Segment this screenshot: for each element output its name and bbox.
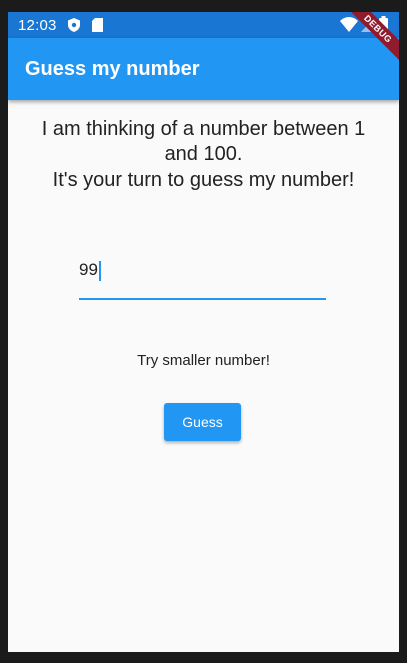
status-time: 12:03 xyxy=(18,17,57,34)
wifi-icon xyxy=(340,17,358,37)
guess-input[interactable]: 99 xyxy=(79,256,326,300)
phone-screen: 12:03 Guess my number DEBUG I am thinkin… xyxy=(8,12,399,652)
text-cursor xyxy=(99,261,101,281)
intro-text-line-2: and 100. xyxy=(164,143,243,165)
app-title: Guess my number xyxy=(25,58,200,80)
status-bar: 12:03 xyxy=(8,12,399,38)
app-bar: Guess my number xyxy=(8,38,399,100)
guess-input-value: 99 xyxy=(79,260,98,279)
intro-text-line-3: It's your turn to guess my number! xyxy=(52,169,355,191)
hint-text: Try smaller number! xyxy=(137,352,270,369)
sd-card-icon xyxy=(92,18,103,37)
guess-button[interactable]: Guess xyxy=(164,403,241,441)
intro-text-line-1: I am thinking of a number between 1 xyxy=(41,118,366,140)
shield-icon xyxy=(67,18,81,37)
